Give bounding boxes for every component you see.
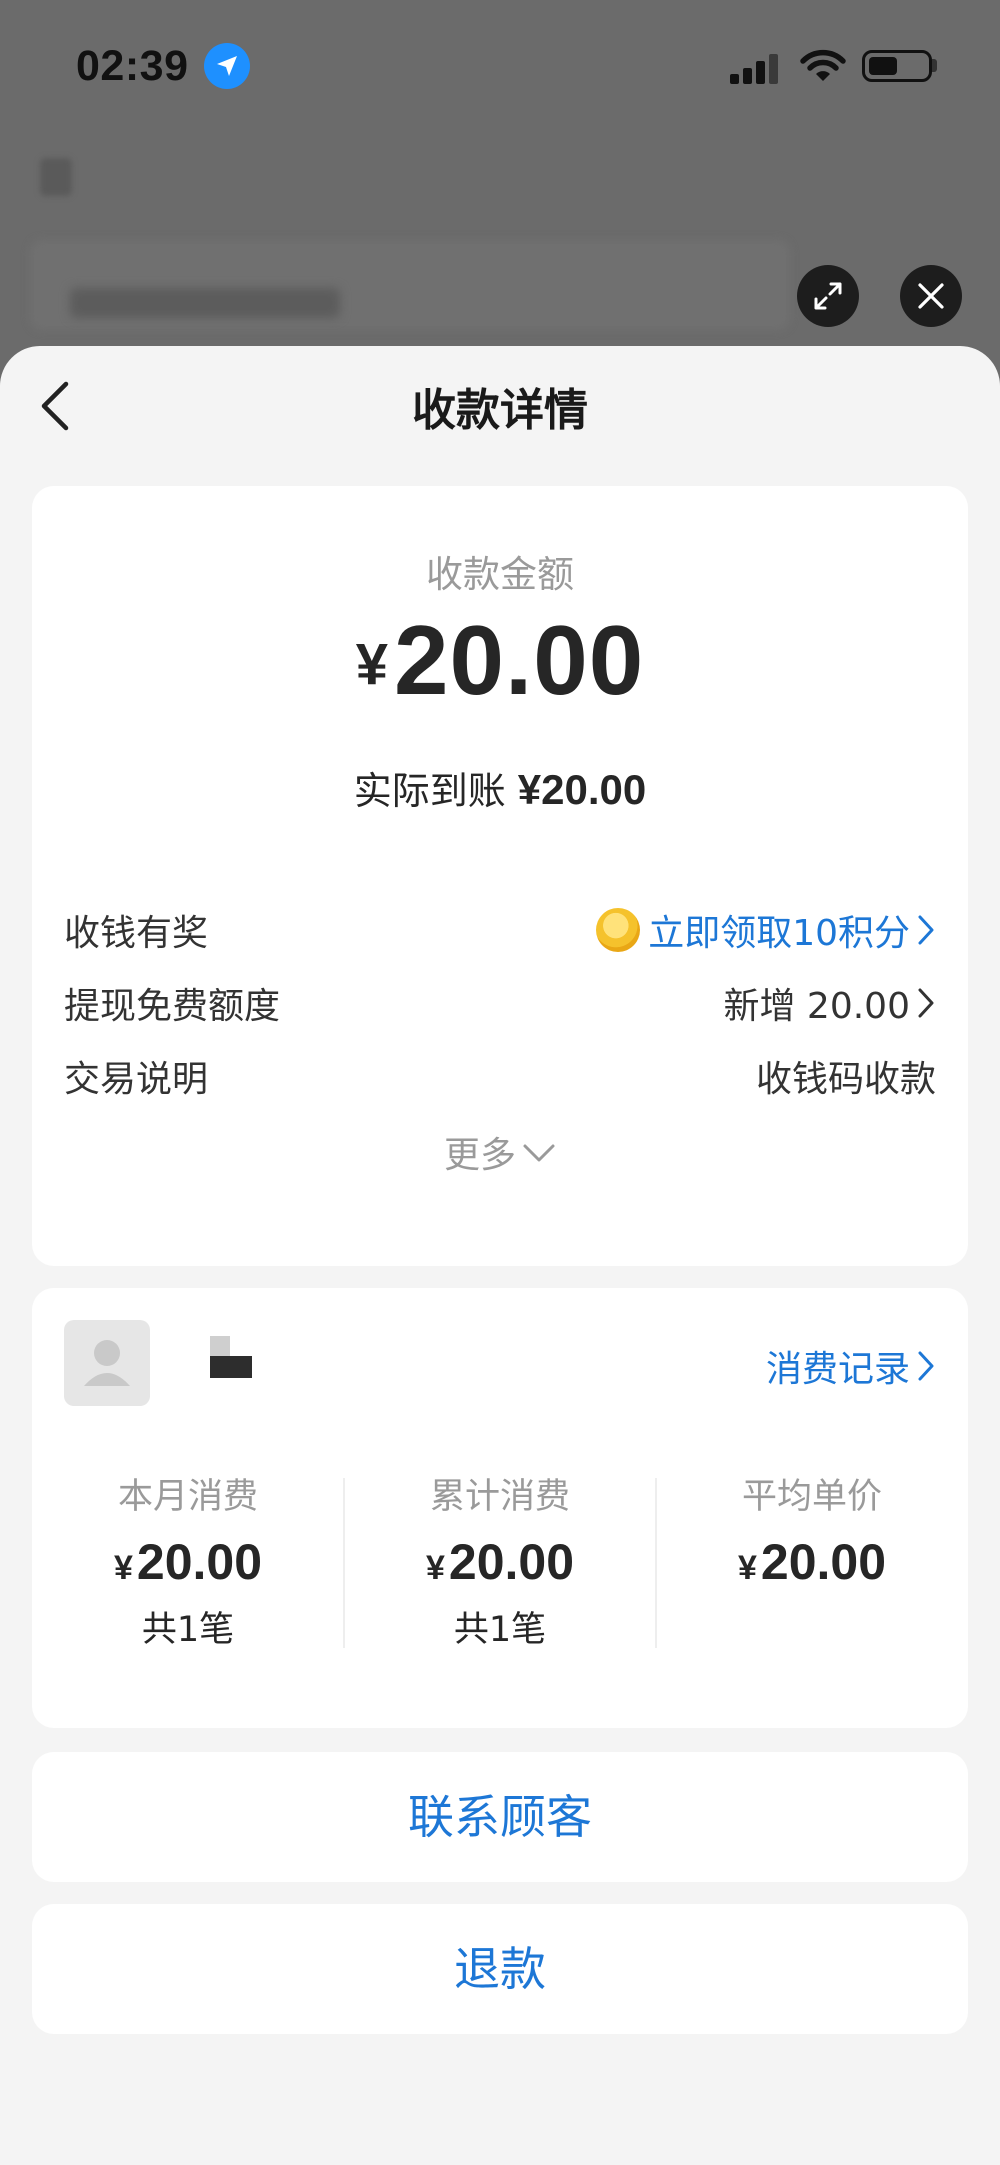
chevron-right-icon bbox=[918, 915, 934, 945]
contact-customer-button[interactable]: 联系顾客 bbox=[32, 1752, 968, 1882]
withdraw-quota-value: 新增 20.00 bbox=[723, 986, 910, 1027]
customer-name-redacted bbox=[210, 1336, 254, 1378]
expand-button[interactable] bbox=[797, 265, 859, 327]
stat-average: 平均单价 ¥20.00 bbox=[656, 1468, 968, 1591]
actual-received-amount: ¥20.00 bbox=[517, 766, 647, 813]
battery-tip bbox=[932, 59, 937, 72]
contact-customer-card: 联系顾客 bbox=[32, 1752, 968, 1882]
customer-avatar[interactable] bbox=[64, 1320, 150, 1406]
status-time: 02:39 bbox=[76, 42, 189, 90]
expand-icon bbox=[814, 282, 842, 310]
detail-value: 收钱码收款 bbox=[755, 1059, 936, 1100]
wifi-icon bbox=[800, 49, 846, 81]
detail-label: 交易说明 bbox=[64, 1059, 209, 1100]
stat-amount: ¥20.00 bbox=[113, 1534, 263, 1590]
detail-label: 收钱有奖 bbox=[64, 913, 209, 954]
coin-icon bbox=[596, 908, 641, 952]
detail-row-withdraw-quota[interactable]: 提现免费额度 新增 20.00 bbox=[64, 969, 936, 1029]
stat-month: 本月消费 ¥20.00 共1笔 bbox=[32, 1468, 344, 1652]
records-link-label: 消费记录 bbox=[765, 1349, 910, 1390]
chevron-down-icon bbox=[523, 1144, 555, 1162]
location-arrow-icon bbox=[204, 43, 250, 89]
detail-label: 提现免费额度 bbox=[64, 986, 281, 1027]
status-bar: 02:39 bbox=[0, 0, 1000, 130]
refund-card: 退款 bbox=[32, 1904, 968, 2034]
detail-value[interactable]: 新增 20.00 bbox=[723, 977, 936, 1029]
actual-received-label: 实际到账 bbox=[353, 769, 506, 813]
stat-count: 共1笔 bbox=[453, 1610, 547, 1650]
signal-icon bbox=[730, 52, 782, 84]
amount-display: ¥20.00 bbox=[32, 604, 968, 717]
more-label: 更多 bbox=[443, 1135, 516, 1176]
stat-label: 累计消费 bbox=[429, 1477, 570, 1517]
more-toggle[interactable]: 更多 bbox=[32, 1126, 968, 1178]
actual-received-row: 实际到账 ¥20.00 bbox=[32, 760, 968, 815]
amount-label: 收款金额 bbox=[426, 553, 574, 596]
background-blurred-text bbox=[70, 288, 340, 318]
chevron-right-icon bbox=[918, 1351, 934, 1381]
consumption-stats: 本月消费 ¥20.00 共1笔 累计消费 ¥20.00 共1笔 平均单价 ¥20… bbox=[32, 1468, 968, 1650]
consumption-records-link[interactable]: 消费记录 bbox=[766, 1340, 936, 1392]
refund-button[interactable]: 退款 bbox=[32, 1904, 968, 2034]
chevron-right-icon bbox=[918, 988, 934, 1018]
stat-total: 累计消费 ¥20.00 共1笔 bbox=[344, 1468, 656, 1652]
stat-label: 本月消费 bbox=[117, 1477, 258, 1517]
stat-amount: ¥20.00 bbox=[737, 1534, 887, 1590]
battery-icon bbox=[862, 50, 932, 82]
screen: 02:39 收款详情 收款金额 ¥20.00 实际到账 ¥20.00 收钱有奖 … bbox=[0, 0, 1000, 2165]
reward-claim-link[interactable]: 立即领取10积分 bbox=[648, 904, 910, 956]
detail-row-reward[interactable]: 收钱有奖 立即领取10积分 bbox=[64, 896, 936, 956]
close-button[interactable] bbox=[900, 265, 962, 327]
stat-amount: ¥20.00 bbox=[425, 1534, 575, 1590]
nav-bar: 收款详情 bbox=[0, 346, 1000, 458]
customer-card: 消费记录 本月消费 ¥20.00 共1笔 累计消费 ¥20.00 共1笔 平均单… bbox=[32, 1288, 968, 1728]
detail-value[interactable]: 立即领取10积分 bbox=[596, 904, 936, 956]
stat-label: 平均单价 bbox=[741, 1477, 882, 1517]
amount-value: 20.00 bbox=[394, 605, 645, 715]
stat-count: 共1笔 bbox=[141, 1610, 235, 1650]
payment-detail-sheet: 收款详情 收款金额 ¥20.00 实际到账 ¥20.00 收钱有奖 立即领取10积… bbox=[0, 346, 1000, 2165]
page-title: 收款详情 bbox=[412, 385, 588, 436]
payment-summary-card: 收款金额 ¥20.00 实际到账 ¥20.00 收钱有奖 立即领取10积分 提现免… bbox=[32, 486, 968, 1266]
detail-row-description: 交易说明 收钱码收款 bbox=[64, 1042, 936, 1102]
close-icon bbox=[918, 283, 944, 309]
background-blurred-icon bbox=[40, 158, 72, 196]
amount-currency: ¥ bbox=[355, 632, 388, 697]
avatar-placeholder-icon bbox=[84, 1340, 130, 1386]
